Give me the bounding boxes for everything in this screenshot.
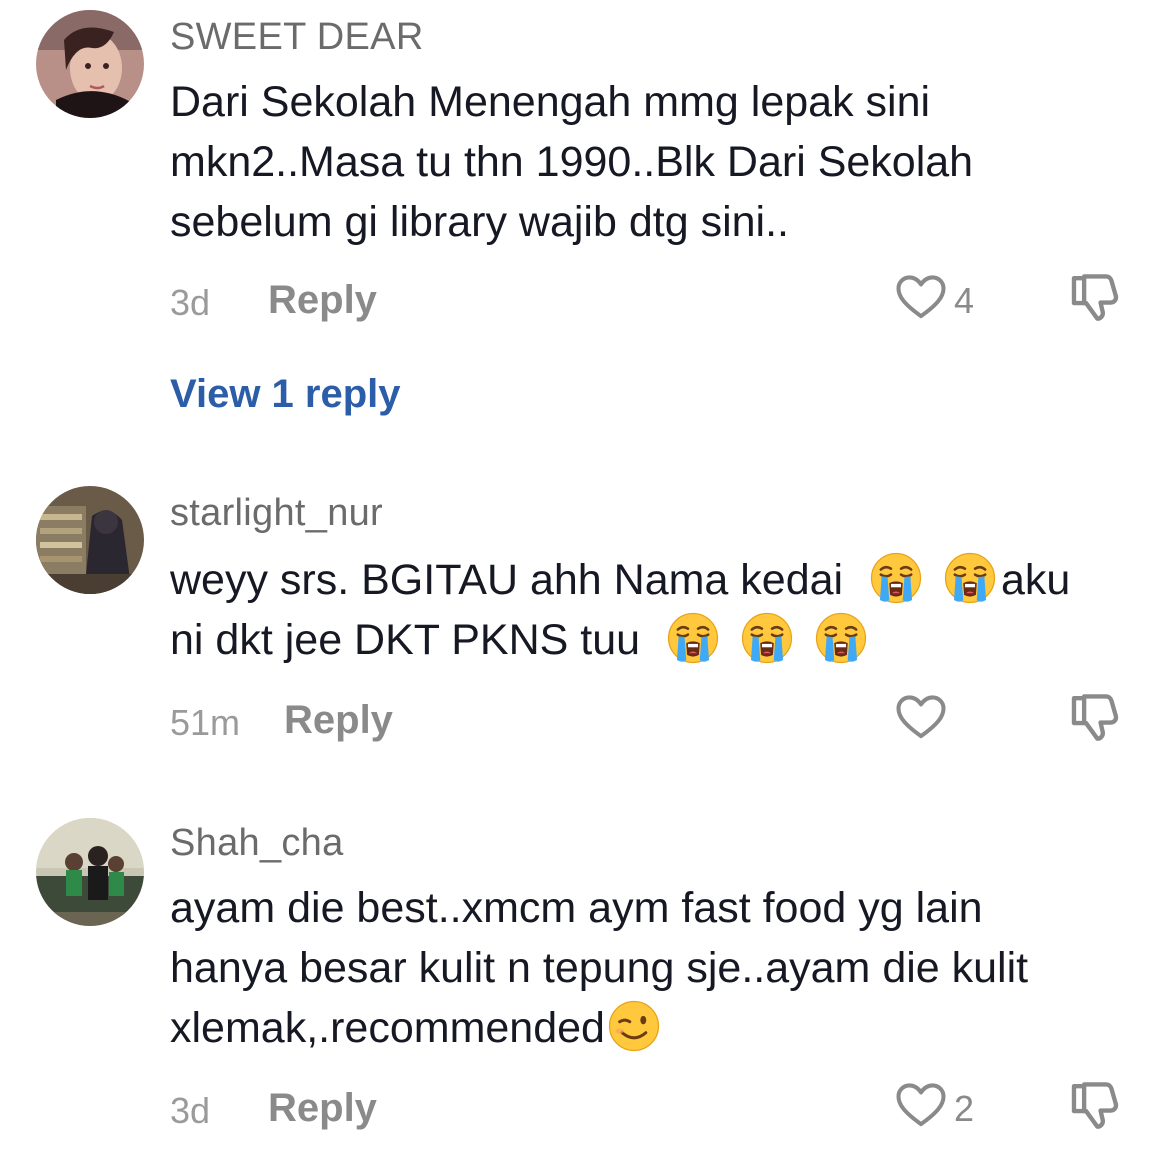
avatar[interactable] xyxy=(36,818,144,926)
winking-face-emoji-icon xyxy=(607,999,661,1053)
comment-text: weyy srs. BGITAU ahh Nama kedai aku ni d… xyxy=(170,550,1130,670)
timestamp: 51m xyxy=(170,702,241,743)
crying-face-emoji-icon xyxy=(666,611,720,665)
thumbs-down-icon[interactable] xyxy=(1066,688,1124,746)
timestamp: 3d xyxy=(170,1090,211,1131)
reply-button[interactable]: Reply xyxy=(268,278,377,323)
comment-meta: 3d Reply 4 xyxy=(170,276,1130,326)
comment-line: hanya besar kulit n tepung sje..ayam die… xyxy=(170,944,1029,992)
thumbs-down-icon[interactable] xyxy=(1066,1076,1124,1134)
username[interactable]: Shah_cha xyxy=(170,822,344,865)
comment-line: mkn2..Masa tu thn 1990..Blk Dari Sekolah xyxy=(170,138,974,186)
comment-line: xlemak,.recommended xyxy=(170,998,1130,1058)
comment-line-text: weyy srs. BGITAU ahh Nama kedai xyxy=(170,556,844,604)
comment-text: Dari Sekolah Menengah mmg lepak sini mkn… xyxy=(170,72,1130,252)
heart-icon[interactable] xyxy=(894,1078,948,1132)
comment-line-text: aku xyxy=(1001,556,1071,604)
like-count: 4 xyxy=(954,280,975,321)
reply-button[interactable]: Reply xyxy=(284,698,393,743)
username[interactable]: starlight_nur xyxy=(170,492,383,535)
comment-text: ayam die best..xmcm aym fast food yg lai… xyxy=(170,878,1130,1058)
view-replies-link[interactable]: View 1 reply xyxy=(170,372,401,417)
crying-face-emoji-icon xyxy=(943,551,997,605)
like-count: 2 xyxy=(954,1088,975,1129)
comment-line: sebelum gi library wajib dtg sini.. xyxy=(170,198,789,246)
crying-face-emoji-icon xyxy=(740,611,794,665)
avatar[interactable] xyxy=(36,486,144,594)
heart-icon[interactable] xyxy=(894,270,948,324)
comment-line: weyy srs. BGITAU ahh Nama kedai aku xyxy=(170,550,1130,610)
comment-item: SWEET DEAR Dari Sekolah Menengah mmg lep… xyxy=(0,0,1170,440)
timestamp: 3d xyxy=(170,282,211,323)
crying-face-emoji-icon xyxy=(814,611,868,665)
comment-line-text: xlemak,.recommended xyxy=(170,1004,605,1052)
thumbs-down-icon[interactable] xyxy=(1066,268,1124,326)
comment-meta: 3d Reply 2 xyxy=(170,1084,1130,1134)
crying-face-emoji-icon xyxy=(869,551,923,605)
comment-line-text: ni dkt jee DKT PKNS tuu xyxy=(170,616,641,664)
avatar[interactable] xyxy=(36,10,144,118)
reply-button[interactable]: Reply xyxy=(268,1086,377,1131)
comment-item: Shah_cha ayam die best..xmcm aym fast fo… xyxy=(0,810,1170,1152)
comment-line: ni dkt jee DKT PKNS tuu xyxy=(170,610,1130,670)
comment-item: starlight_nur weyy srs. BGITAU ahh Nama … xyxy=(0,480,1170,780)
comment-line: ayam die best..xmcm aym fast food yg lai… xyxy=(170,884,983,932)
username[interactable]: SWEET DEAR xyxy=(170,16,424,59)
comment-meta: 51m Reply xyxy=(170,696,1130,746)
comment-line: Dari Sekolah Menengah mmg lepak sini xyxy=(170,78,931,126)
heart-icon[interactable] xyxy=(894,690,948,744)
